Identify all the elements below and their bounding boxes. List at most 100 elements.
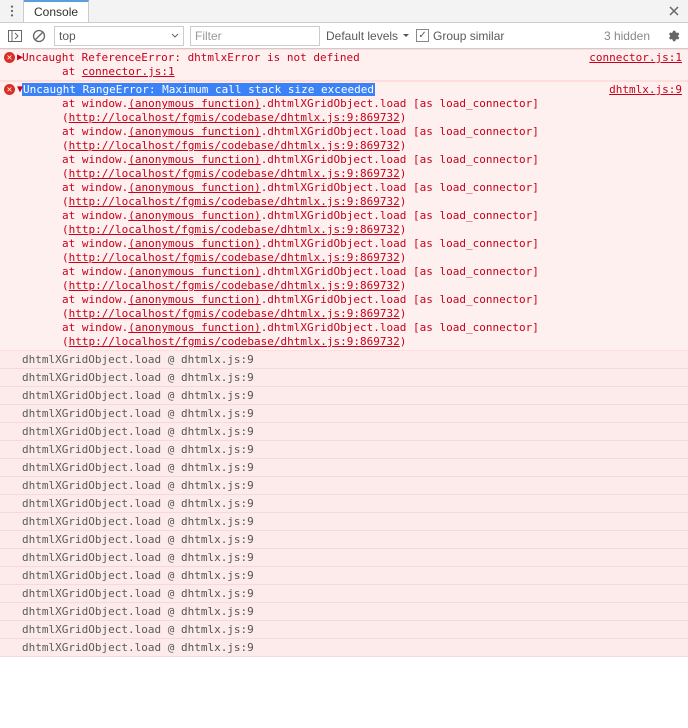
source-link[interactable]: dhtmlx.js:9 <box>181 389 254 402</box>
stack-frame: at window.(anonymous function).dhtmlXGri… <box>22 209 682 237</box>
anon-fn-link[interactable]: (anonymous function) <box>128 181 260 194</box>
stack-summary-row: dhtmlXGridObject.load @ dhtmlx.js:9 <box>0 423 688 441</box>
source-link[interactable]: dhtmlx.js:9 <box>181 641 254 654</box>
more-tabs-button[interactable] <box>0 0 24 22</box>
stack-summary-row: dhtmlXGridObject.load @ dhtmlx.js:9 <box>0 567 688 585</box>
anon-fn-link[interactable]: (anonymous function) <box>128 321 260 334</box>
devtools-tab-strip: Console <box>0 0 688 23</box>
stack-url-link[interactable]: http://localhost/fgmis/codebase/dhtmlx.j… <box>69 111 400 124</box>
stack-summary-row: dhtmlXGridObject.load @ dhtmlx.js:9 <box>0 513 688 531</box>
source-link[interactable]: dhtmlx.js:9 <box>181 569 254 582</box>
console-toolbar: top Filter Default levels Group similar … <box>0 23 688 49</box>
expand-caret[interactable] <box>17 51 23 65</box>
source-link[interactable]: dhtmlx.js:9 <box>181 515 254 528</box>
stack-frame: at window.(anonymous function).dhtmlXGri… <box>22 125 682 153</box>
filter-input[interactable]: Filter <box>190 26 320 46</box>
source-link[interactable]: dhtmlx.js:9 <box>181 497 254 510</box>
stack-summary-row: dhtmlXGridObject.load @ dhtmlx.js:9 <box>0 621 688 639</box>
stack-url-link[interactable]: http://localhost/fgmis/codebase/dhtmlx.j… <box>69 139 400 152</box>
collapse-caret[interactable] <box>17 83 23 97</box>
close-icon <box>668 5 680 17</box>
source-link[interactable]: dhtmlx.js:9 <box>181 605 254 618</box>
error-message[interactable]: ✕ dhtmlx.js:9 Uncaught RangeError: Maxim… <box>0 81 688 351</box>
source-link[interactable]: dhtmlx.js:9 <box>181 461 254 474</box>
source-link[interactable]: dhtmlx.js:9 <box>181 353 254 366</box>
kebab-icon <box>5 4 19 18</box>
group-similar-label: Group similar <box>433 29 504 43</box>
chevron-down-icon <box>171 32 179 40</box>
error-message[interactable]: ✕ connector.js:1 Uncaught ReferenceError… <box>0 49 688 81</box>
stack-url-link[interactable]: http://localhost/fgmis/codebase/dhtmlx.j… <box>69 307 400 320</box>
stack-summary-row: dhtmlXGridObject.load @ dhtmlx.js:9 <box>0 387 688 405</box>
group-similar-checkbox[interactable]: Group similar <box>416 29 504 43</box>
log-level-selector[interactable]: Default levels <box>326 26 410 46</box>
anon-fn-link[interactable]: (anonymous function) <box>128 97 260 110</box>
tab-console[interactable]: Console <box>24 0 89 22</box>
stack-frame: at window.(anonymous function).dhtmlXGri… <box>22 265 682 293</box>
stack-summary-row: dhtmlXGridObject.load @ dhtmlx.js:9 <box>0 459 688 477</box>
console-messages[interactable]: ✕ connector.js:1 Uncaught ReferenceError… <box>0 49 688 728</box>
source-link[interactable]: dhtmlx.js:9 <box>609 83 682 97</box>
stack-url-link[interactable]: http://localhost/fgmis/codebase/dhtmlx.j… <box>69 167 400 180</box>
anon-fn-link[interactable]: (anonymous function) <box>128 237 260 250</box>
gear-icon <box>666 29 680 43</box>
chevron-down-icon <box>402 32 410 40</box>
stack-summary-row: dhtmlXGridObject.load @ dhtmlx.js:9 <box>0 441 688 459</box>
anon-fn-link[interactable]: (anonymous function) <box>128 209 260 222</box>
anon-fn-link[interactable]: (anonymous function) <box>128 125 260 138</box>
stack-summary-row: dhtmlXGridObject.load @ dhtmlx.js:9 <box>0 369 688 387</box>
tab-console-label: Console <box>34 5 78 19</box>
sidebar-icon <box>8 30 22 42</box>
anon-fn-link[interactable]: (anonymous function) <box>128 293 260 306</box>
stack-url-link[interactable]: http://localhost/fgmis/codebase/dhtmlx.j… <box>69 251 400 264</box>
source-link[interactable]: connector.js:1 <box>589 51 682 65</box>
stack-summary-row: dhtmlXGridObject.load @ dhtmlx.js:9 <box>0 531 688 549</box>
stack-summary-row: dhtmlXGridObject.load @ dhtmlx.js:9 <box>0 495 688 513</box>
stack-link[interactable]: connector.js:1 <box>82 65 175 78</box>
filter-placeholder: Filter <box>195 29 222 43</box>
error-text-selected: Uncaught RangeError: Maximum call stack … <box>22 83 375 96</box>
stack-summary-row: dhtmlXGridObject.load @ dhtmlx.js:9 <box>0 639 688 657</box>
anon-fn-link[interactable]: (anonymous function) <box>128 265 260 278</box>
context-value: top <box>59 29 76 43</box>
stack-frame: at connector.js:1 <box>22 65 682 79</box>
clear-console-button[interactable] <box>30 27 48 45</box>
stack-summary-row: dhtmlXGridObject.load @ dhtmlx.js:9 <box>0 585 688 603</box>
stack-summary-row: dhtmlXGridObject.load @ dhtmlx.js:9 <box>0 351 688 369</box>
error-icon: ✕ <box>4 84 15 95</box>
log-level-label: Default levels <box>326 29 398 43</box>
source-link[interactable]: dhtmlx.js:9 <box>181 371 254 384</box>
toggle-sidebar-button[interactable] <box>6 27 24 45</box>
stack-frame: at window.(anonymous function).dhtmlXGri… <box>22 153 682 181</box>
source-link[interactable]: dhtmlx.js:9 <box>181 479 254 492</box>
stack-url-link[interactable]: http://localhost/fgmis/codebase/dhtmlx.j… <box>69 335 400 348</box>
stack-url-link[interactable]: http://localhost/fgmis/codebase/dhtmlx.j… <box>69 279 400 292</box>
stack-frame: at window.(anonymous function).dhtmlXGri… <box>22 97 682 125</box>
stack-frame: at window.(anonymous function).dhtmlXGri… <box>22 293 682 321</box>
checkbox-icon <box>416 29 429 42</box>
stack-frame: at window.(anonymous function).dhtmlXGri… <box>22 181 682 209</box>
context-selector[interactable]: top <box>54 26 184 46</box>
source-link[interactable]: dhtmlx.js:9 <box>181 623 254 636</box>
error-icon: ✕ <box>4 52 15 63</box>
source-link[interactable]: dhtmlx.js:9 <box>181 443 254 456</box>
anon-fn-link[interactable]: (anonymous function) <box>128 153 260 166</box>
stack-summary-row: dhtmlXGridObject.load @ dhtmlx.js:9 <box>0 603 688 621</box>
clear-icon <box>32 29 46 43</box>
error-text: Uncaught ReferenceError: dhtmlxError is … <box>22 51 360 64</box>
source-link[interactable]: dhtmlx.js:9 <box>181 533 254 546</box>
source-link[interactable]: dhtmlx.js:9 <box>181 407 254 420</box>
stack-summary-row: dhtmlXGridObject.load @ dhtmlx.js:9 <box>0 405 688 423</box>
stack-frame: at window.(anonymous function).dhtmlXGri… <box>22 237 682 265</box>
stack-url-link[interactable]: http://localhost/fgmis/codebase/dhtmlx.j… <box>69 223 400 236</box>
hidden-messages-count[interactable]: 3 hidden <box>604 29 650 43</box>
stack-frame: at window.(anonymous function).dhtmlXGri… <box>22 321 682 349</box>
source-link[interactable]: dhtmlx.js:9 <box>181 551 254 564</box>
source-link[interactable]: dhtmlx.js:9 <box>181 587 254 600</box>
source-link[interactable]: dhtmlx.js:9 <box>181 425 254 438</box>
devtools-close-button[interactable] <box>660 0 688 22</box>
stack-summary-row: dhtmlXGridObject.load @ dhtmlx.js:9 <box>0 477 688 495</box>
console-settings-button[interactable] <box>664 27 682 45</box>
stack-url-link[interactable]: http://localhost/fgmis/codebase/dhtmlx.j… <box>69 195 400 208</box>
stack-summary-row: dhtmlXGridObject.load @ dhtmlx.js:9 <box>0 549 688 567</box>
